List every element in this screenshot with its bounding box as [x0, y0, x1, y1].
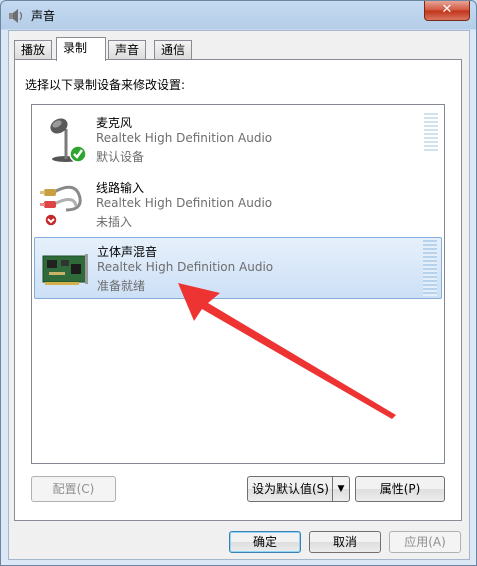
properties-button[interactable]: 属性(P): [355, 476, 445, 502]
recording-panel: 选择以下录制设备来修改设置: 麦克风 Realtek High Definiti…: [14, 59, 462, 521]
device-driver: Realtek High Definition Audio: [97, 260, 274, 274]
device-list[interactable]: 麦克风 Realtek High Definition Audio 默认设备 线…: [31, 104, 445, 464]
dialog-body: 播放 录制 声音 通信 选择以下录制设备来修改设置: 麦克风 Realtek H…: [8, 30, 470, 560]
set-default-label: 设为默认值(S): [252, 482, 329, 496]
title-bar[interactable]: 声音 ✕: [1, 1, 476, 30]
device-name: 立体声混音: [97, 245, 158, 259]
ok-button[interactable]: 确定: [229, 531, 301, 553]
chevron-down-icon[interactable]: ▼: [332, 477, 349, 501]
tab-sounds[interactable]: 声音: [108, 40, 147, 59]
device-driver: Realtek High Definition Audio: [96, 196, 273, 210]
sound-dialog: 声音 ✕ 播放 录制 声音 通信 选择以下录制设备来修改设置: 麦克风 Real…: [0, 0, 477, 566]
list-item-microphone[interactable]: 麦克风 Realtek High Definition Audio 默认设备: [34, 109, 442, 171]
window-title: 声音: [31, 9, 56, 23]
line-in-icon: [40, 185, 82, 227]
speaker-icon: [9, 9, 23, 23]
device-name: 线路输入: [96, 181, 145, 195]
close-icon: ✕: [441, 2, 453, 17]
device-status: 准备就绪: [97, 279, 146, 293]
device-driver: Realtek High Definition Audio: [96, 131, 273, 145]
level-meter: [423, 240, 437, 296]
level-meter: [424, 113, 438, 153]
instruction-text: 选择以下录制设备来修改设置:: [25, 78, 186, 92]
list-item-line-in[interactable]: 线路输入 Realtek High Definition Audio 未插入: [34, 174, 442, 236]
configure-button[interactable]: 配置(C): [31, 476, 116, 502]
tab-playback[interactable]: 播放: [14, 40, 53, 59]
cancel-button[interactable]: 取消: [309, 531, 381, 553]
device-status: 未插入: [96, 215, 133, 229]
tab-communications[interactable]: 通信: [154, 40, 193, 59]
device-name: 麦克风: [96, 116, 133, 130]
apply-button[interactable]: 应用(A): [389, 531, 461, 553]
annotation-arrow-icon: [178, 283, 396, 419]
set-default-button[interactable]: 设为默认值(S) ▼: [247, 476, 350, 502]
close-button[interactable]: ✕: [424, 1, 470, 21]
sound-card-icon: [42, 254, 88, 285]
tab-recording[interactable]: 录制: [56, 37, 106, 61]
microphone-icon: [50, 118, 87, 163]
device-status: 默认设备: [96, 150, 145, 164]
